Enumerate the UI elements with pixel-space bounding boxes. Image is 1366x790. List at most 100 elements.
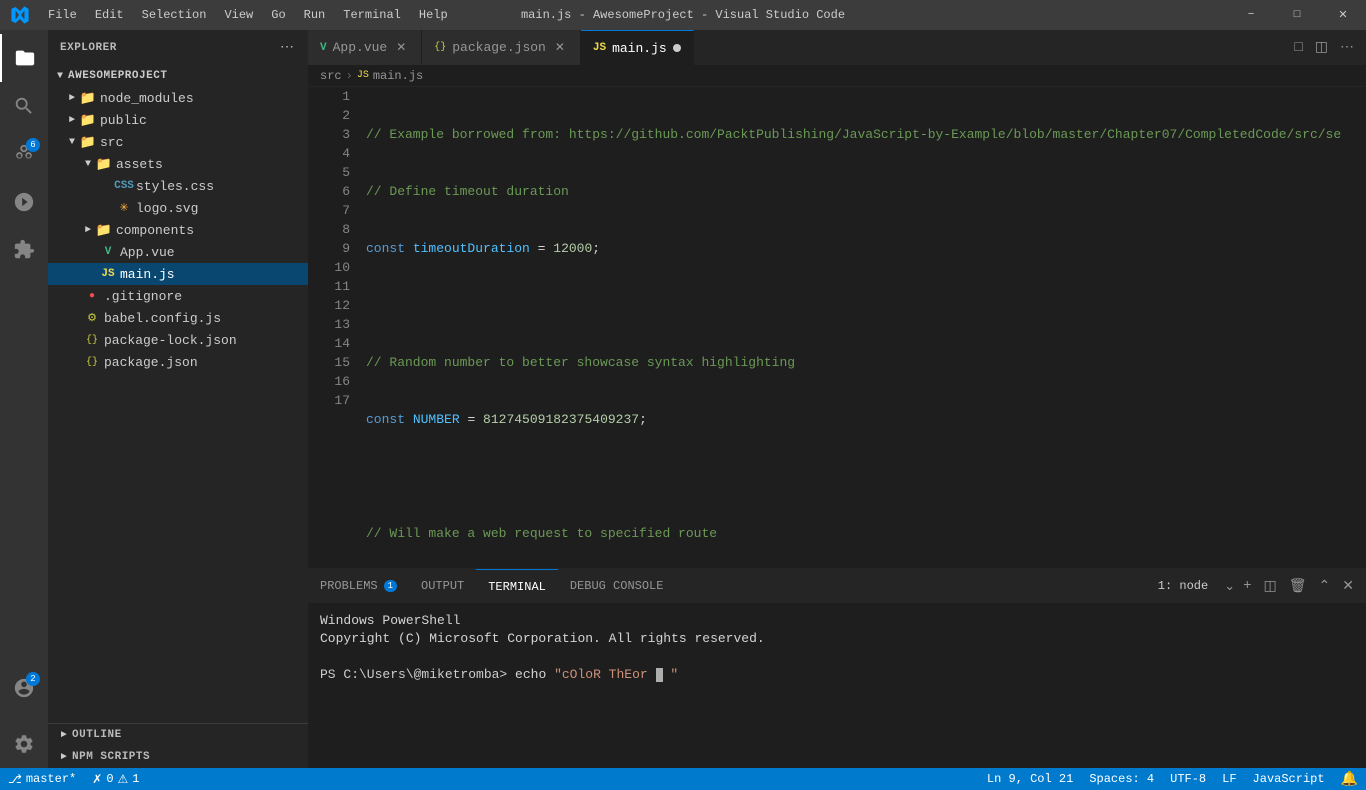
- package-lock-label: package-lock.json: [104, 333, 237, 348]
- tree-logo-svg[interactable]: ► ✳ logo.svg: [48, 197, 308, 219]
- tab-package-json-close[interactable]: ✕: [552, 40, 568, 56]
- tree-components[interactable]: ► 📁 components: [48, 219, 308, 241]
- activity-accounts[interactable]: 2: [0, 664, 48, 712]
- code-line-8: // Will make a web request to specified …: [366, 524, 1358, 543]
- status-right: Ln 9, Col 21 Spaces: 4 UTF-8 LF JavaScri…: [979, 768, 1366, 790]
- activity-explorer[interactable]: [0, 34, 48, 82]
- add-terminal-icon[interactable]: +: [1239, 574, 1255, 598]
- terminal-cmd-string: "cOloR ThEor: [554, 667, 648, 682]
- breadcrumb-file[interactable]: main.js: [373, 69, 423, 83]
- activity-extensions[interactable]: [0, 226, 48, 274]
- tab-app-vue[interactable]: V App.vue ✕: [308, 30, 422, 65]
- sidebar-header-actions: ⋯: [278, 37, 296, 58]
- tree-main-js[interactable]: ► JS main.js: [48, 263, 308, 285]
- menu-file[interactable]: File: [40, 4, 85, 26]
- chevron-down-icon[interactable]: ⌄: [1224, 579, 1235, 594]
- tree-babel-config[interactable]: ► ⚙ babel.config.js: [48, 307, 308, 329]
- errors-item[interactable]: ✗ 0 ⚠ 1: [84, 768, 147, 790]
- code-editor[interactable]: 1 2 3 4 5 6 7 8 9 10 11 12 13 14 15 16 1…: [308, 87, 1366, 568]
- split-terminal-icon[interactable]: ◫: [1260, 574, 1281, 599]
- activity-search[interactable]: [0, 82, 48, 130]
- tab-problems[interactable]: PROBLEMS 1: [308, 569, 409, 604]
- line-num-1: 1: [316, 87, 350, 106]
- branch-item[interactable]: ⎇ master*: [0, 768, 84, 790]
- maximize-panel-icon[interactable]: ⌃: [1315, 574, 1335, 599]
- tree-public[interactable]: ► 📁 public: [48, 109, 308, 131]
- gitignore-label: .gitignore: [104, 289, 182, 304]
- terminal-content[interactable]: Windows PowerShell Copyright (C) Microso…: [308, 604, 1366, 768]
- menu-go[interactable]: Go: [263, 4, 293, 26]
- status-bar: ⎇ master* ✗ 0 ⚠ 1 Ln 9, Col 21 Spaces: 4…: [0, 768, 1366, 790]
- activity-settings[interactable]: [0, 720, 48, 768]
- line-ending-item[interactable]: LF: [1214, 768, 1244, 790]
- outline-section[interactable]: ► OUTLINE: [48, 724, 308, 746]
- menu-edit[interactable]: Edit: [87, 4, 132, 26]
- language-item[interactable]: JavaScript: [1245, 768, 1333, 790]
- new-file-icon[interactable]: ⋯: [278, 37, 296, 58]
- terminal-cursor: [656, 668, 663, 682]
- tab-app-vue-label: App.vue: [333, 40, 388, 55]
- code-content[interactable]: // Example borrowed from: https://github…: [358, 87, 1366, 568]
- tab-terminal[interactable]: TERMINAL: [476, 569, 558, 604]
- tab-debug-console[interactable]: DEBUG CONSOLE: [558, 569, 676, 604]
- js-icon: JS: [100, 266, 116, 282]
- problems-badge: 1: [384, 580, 397, 592]
- tree-gitignore[interactable]: ► ● .gitignore: [48, 285, 308, 307]
- encoding-item[interactable]: UTF-8: [1162, 768, 1214, 790]
- close-panel-icon[interactable]: ✕: [1338, 574, 1358, 599]
- menu-view[interactable]: View: [216, 4, 261, 26]
- terminal-instance-label: 1: node: [1150, 579, 1216, 593]
- menu-help[interactable]: Help: [411, 4, 456, 26]
- tab-app-vue-close[interactable]: ✕: [393, 40, 409, 56]
- more-actions-icon[interactable]: ⋯: [1336, 35, 1358, 60]
- tab-main-js-label: main.js: [612, 41, 667, 56]
- tree-src[interactable]: ▼ 📁 src: [48, 131, 308, 153]
- minimize-button[interactable]: −: [1228, 0, 1274, 30]
- breadcrumb-src[interactable]: src: [320, 69, 342, 83]
- vue-tab-icon: V: [320, 42, 327, 54]
- tab-bar: V App.vue ✕ {} package.json ✕ JS main.js…: [308, 30, 1366, 65]
- tab-main-js[interactable]: JS main.js: [581, 30, 694, 65]
- position-item[interactable]: Ln 9, Col 21: [979, 768, 1081, 790]
- split-editor-icon[interactable]: ◫: [1311, 35, 1332, 60]
- editor-area: V App.vue ✕ {} package.json ✕ JS main.js…: [308, 30, 1366, 768]
- kill-terminal-icon[interactable]: 🗑: [1285, 574, 1311, 599]
- tab-output[interactable]: OUTPUT: [409, 569, 476, 604]
- styles-css-label: styles.css: [136, 179, 214, 194]
- js-tab-icon: JS: [593, 42, 606, 54]
- line-num-16: 16: [316, 372, 350, 391]
- npm-scripts-label: NPM SCRIPTS: [72, 751, 150, 763]
- activity-run[interactable]: [0, 178, 48, 226]
- tree-styles-css[interactable]: ► CSS styles.css: [48, 175, 308, 197]
- terminal-line-1: Windows PowerShell: [320, 612, 1354, 630]
- terminal-cmd-suffix: ": [670, 667, 678, 682]
- tree-node-modules[interactable]: ► 📁 node_modules: [48, 87, 308, 109]
- app-vue-label: App.vue: [120, 245, 175, 260]
- menu-run[interactable]: Run: [296, 4, 334, 26]
- menu-terminal[interactable]: Terminal: [335, 4, 409, 26]
- code-line-3: const timeoutDuration = 12000;: [366, 239, 1358, 258]
- npm-scripts-section[interactable]: ► NPM SCRIPTS: [48, 746, 308, 768]
- sidebar: EXPLORER ⋯ ▼ AWESOMEPROJECT ► 📁 node_mod…: [48, 30, 308, 768]
- tab-package-json[interactable]: {} package.json ✕: [422, 30, 581, 65]
- code-line-4: [366, 296, 1358, 315]
- line-num-8: 8: [316, 220, 350, 239]
- layout-icon[interactable]: □: [1290, 36, 1306, 60]
- breadcrumb: src › JS main.js: [308, 65, 1366, 87]
- terminal-cmd-prefix: echo: [515, 667, 554, 682]
- close-button[interactable]: ✕: [1320, 0, 1366, 30]
- tree-assets[interactable]: ▼ 📁 assets: [48, 153, 308, 175]
- tree-package-json[interactable]: ► {} package.json: [48, 351, 308, 373]
- tree-package-lock[interactable]: ► {} package-lock.json: [48, 329, 308, 351]
- warning-icon: ⚠: [118, 772, 129, 787]
- activity-source-control[interactable]: 6: [0, 130, 48, 178]
- maximize-button[interactable]: □: [1274, 0, 1320, 30]
- project-root[interactable]: ▼ AWESOMEPROJECT: [48, 65, 308, 87]
- menu-selection[interactable]: Selection: [134, 4, 215, 26]
- spaces-item[interactable]: Spaces: 4: [1081, 768, 1162, 790]
- breadcrumb-sep: ›: [346, 69, 353, 83]
- notifications-item[interactable]: 🔔: [1333, 768, 1366, 790]
- source-control-badge: 6: [26, 138, 40, 152]
- line-num-17: 17: [316, 391, 350, 410]
- tree-app-vue[interactable]: ► V App.vue: [48, 241, 308, 263]
